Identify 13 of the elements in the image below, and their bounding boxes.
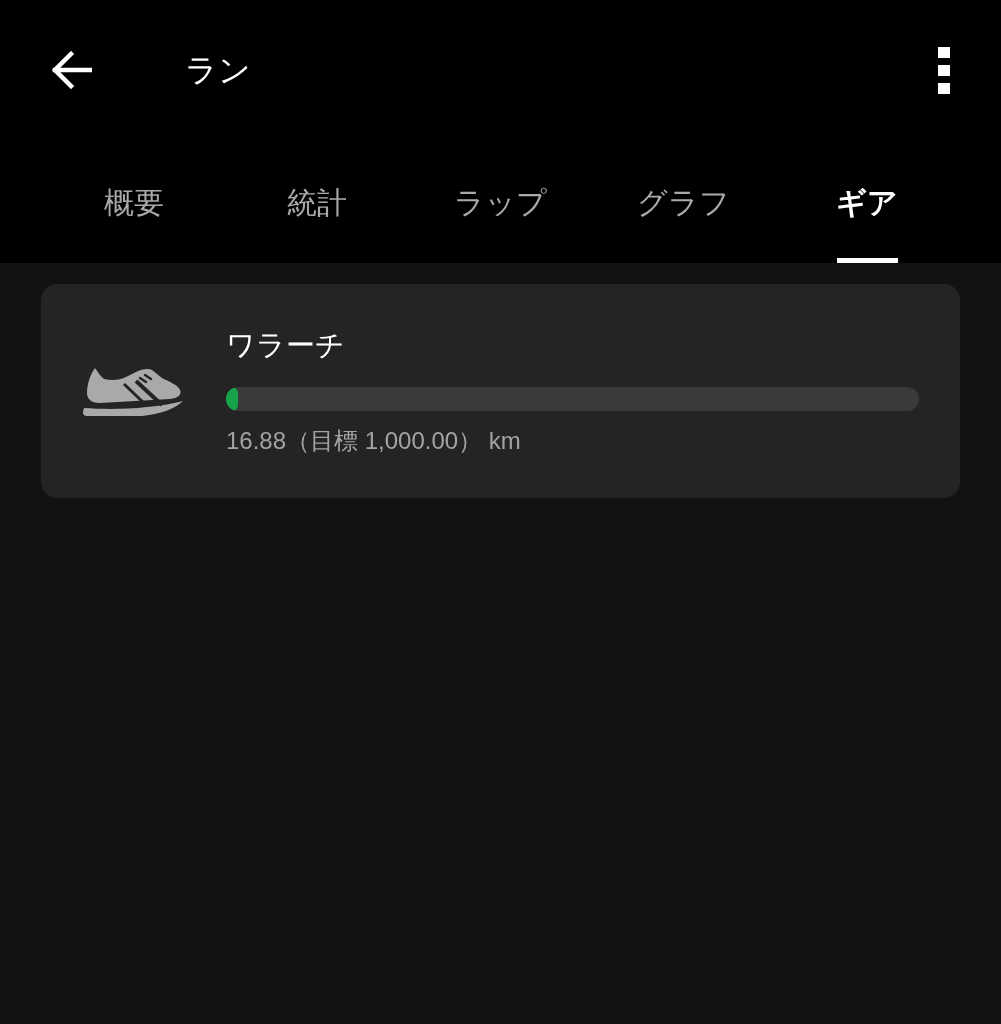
tab[interactable]: ギア xyxy=(775,140,960,263)
more-options-icon[interactable] xyxy=(938,46,950,94)
gear-name: ワラーチ xyxy=(226,328,346,363)
tab[interactable]: ラップ xyxy=(408,140,593,263)
tab[interactable]: 統計 xyxy=(225,140,409,263)
tab[interactable]: グラフ xyxy=(592,140,776,263)
tab-indicator xyxy=(836,258,898,263)
gear-card[interactable]: ワラーチ 16.88（目標 1,000.00） km xyxy=(41,284,960,498)
screen-title: ラン xyxy=(185,51,251,90)
distance-reading: 16.88（目標 1,000.00） km xyxy=(226,426,522,456)
tab[interactable]: 概要 xyxy=(42,140,226,263)
back-arrow-icon[interactable] xyxy=(52,51,92,89)
shoe-icon xyxy=(82,367,184,417)
